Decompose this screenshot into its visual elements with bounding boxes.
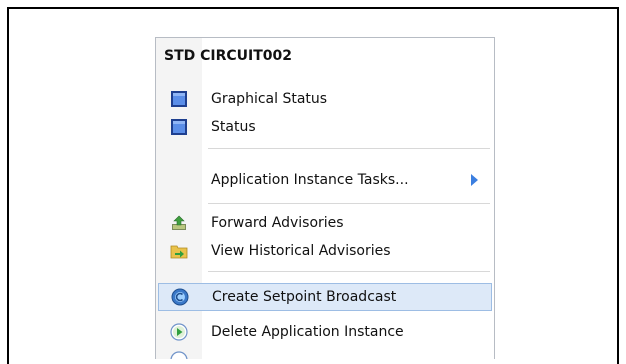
menu-item-label: View Historical Advisories bbox=[211, 243, 391, 259]
menu-item-application-instance-tasks[interactable]: Application Instance Tasks... bbox=[158, 166, 492, 194]
menu-separator bbox=[208, 203, 490, 204]
green-play-icon bbox=[170, 351, 188, 359]
menu-separator bbox=[208, 148, 490, 149]
menu-separator bbox=[208, 271, 490, 272]
menu-item-delete-application-instance[interactable]: Delete Application Instance bbox=[158, 318, 492, 346]
menu-item-view-historical-advisories[interactable]: View Historical Advisories bbox=[158, 237, 492, 265]
menu-item-label: Create Setpoint Broadcast bbox=[212, 289, 397, 305]
context-menu: STD CIRCUIT002 Graphical Status Status A… bbox=[155, 37, 495, 359]
forward-advisory-icon bbox=[172, 215, 186, 230]
menu-item-label: Application Instance Tasks... bbox=[211, 172, 409, 188]
screenshot-frame: STD CIRCUIT002 Graphical Status Status A… bbox=[7, 7, 619, 364]
menu-item-label: Status bbox=[211, 119, 256, 135]
menu-item-partial[interactable] bbox=[158, 346, 492, 359]
menu-item-graphical-status[interactable]: Graphical Status bbox=[158, 85, 492, 113]
menu-item-label: Forward Advisories bbox=[211, 215, 344, 231]
monitor-icon bbox=[171, 119, 187, 135]
green-play-icon bbox=[170, 323, 188, 341]
folder-arrow-icon bbox=[170, 245, 188, 259]
broadcast-icon bbox=[171, 288, 189, 306]
submenu-arrow-icon bbox=[471, 174, 478, 186]
monitor-icon bbox=[171, 91, 187, 107]
menu-item-forward-advisories[interactable]: Forward Advisories bbox=[158, 209, 492, 237]
menu-item-label: Delete Application Instance bbox=[211, 324, 404, 340]
menu-item-create-setpoint-broadcast[interactable]: Create Setpoint Broadcast bbox=[158, 283, 492, 311]
menu-item-label: Graphical Status bbox=[211, 91, 328, 107]
menu-item-status[interactable]: Status bbox=[158, 113, 492, 141]
menu-header: STD CIRCUIT002 bbox=[164, 48, 293, 64]
